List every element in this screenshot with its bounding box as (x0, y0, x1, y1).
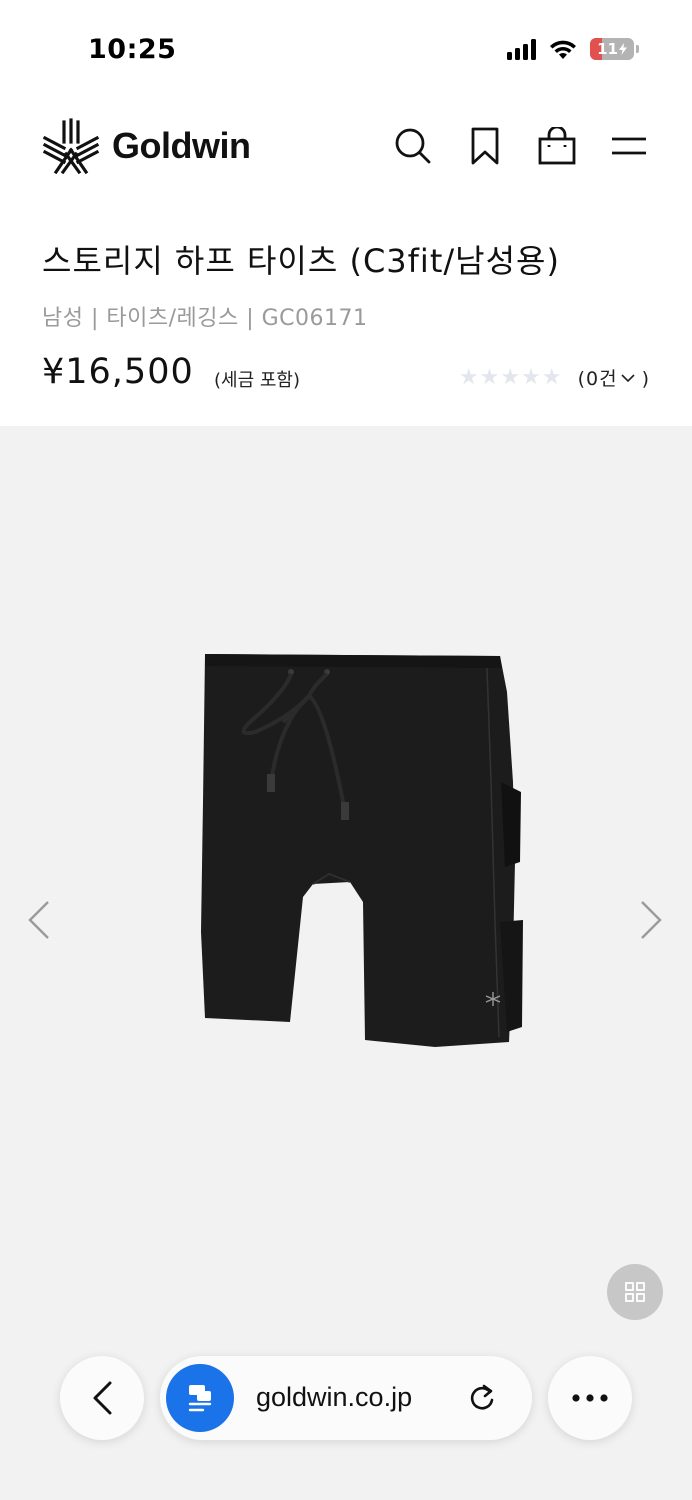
bookmark-icon (471, 127, 499, 165)
gallery-prev-button[interactable] (24, 898, 54, 942)
star-icon: ★ (458, 364, 479, 390)
star-icon: ★ (521, 364, 541, 390)
menu-icon (612, 137, 646, 155)
cellular-signal-icon (507, 38, 536, 60)
price-row: ¥16,500 (세금 포함) ★ ★ ★ ★ ★ (0건) (42, 352, 650, 402)
site-header: Goldwin (0, 96, 692, 206)
url-text: goldwin.co.jp (256, 1382, 413, 1412)
shopping-bag-icon (538, 127, 576, 165)
address-bar[interactable]: goldwin.co.jp (160, 1356, 532, 1440)
browser-toolbar: goldwin.co.jp (60, 1356, 632, 1440)
review-count[interactable]: (0건) (578, 364, 650, 391)
browser-more-button[interactable] (548, 1356, 632, 1440)
star-icon: ★ (479, 364, 500, 390)
brand-logo[interactable]: Goldwin (42, 118, 251, 174)
goldwin-logo-icon (42, 118, 100, 174)
wishlist-button[interactable] (466, 126, 504, 166)
status-icons: 11 (507, 38, 639, 60)
rating-summary[interactable]: ★ ★ ★ ★ ★ (0건) (459, 364, 650, 391)
reload-button[interactable] (466, 1382, 498, 1414)
wifi-icon (550, 40, 576, 59)
star-icon: ★ (541, 364, 562, 390)
gallery-grid-button[interactable] (607, 1264, 663, 1320)
product-gallery (0, 426, 692, 1500)
site-info-icon (188, 1385, 212, 1412)
brand-name: Goldwin (112, 125, 251, 166)
gallery-next-button[interactable] (636, 898, 666, 942)
chevron-down-icon (621, 374, 635, 383)
grid-icon (625, 1282, 645, 1302)
chevron-right-icon (641, 901, 662, 939)
search-button[interactable] (394, 126, 432, 166)
product-title: 스토리지 하프 타이츠 (C3fit/남성용) (42, 242, 560, 280)
reload-icon (470, 1384, 494, 1410)
site-icon[interactable] (166, 1364, 234, 1432)
rating-stars: ★ ★ ★ ★ ★ (458, 364, 562, 390)
cart-button[interactable] (538, 126, 576, 166)
star-icon: ★ (500, 364, 521, 390)
chevron-left-icon (28, 901, 49, 939)
back-icon (93, 1381, 112, 1415)
product-image-tights[interactable] (195, 652, 525, 1052)
product-meta: 남성 | 타이츠/레깅스 | GC06171 (42, 306, 368, 331)
menu-button[interactable] (610, 126, 648, 166)
search-icon (395, 128, 431, 164)
browser-back-button[interactable] (60, 1356, 144, 1440)
product-price: ¥16,500 (42, 352, 194, 392)
battery-icon: 11 (590, 38, 639, 60)
header-actions (394, 126, 648, 166)
tax-note: (세금 포함) (214, 370, 301, 391)
more-icon (572, 1394, 608, 1402)
status-time: 10:25 (88, 34, 177, 65)
battery-level: 11 (597, 40, 618, 58)
status-bar: 10:25 11 (0, 0, 692, 96)
